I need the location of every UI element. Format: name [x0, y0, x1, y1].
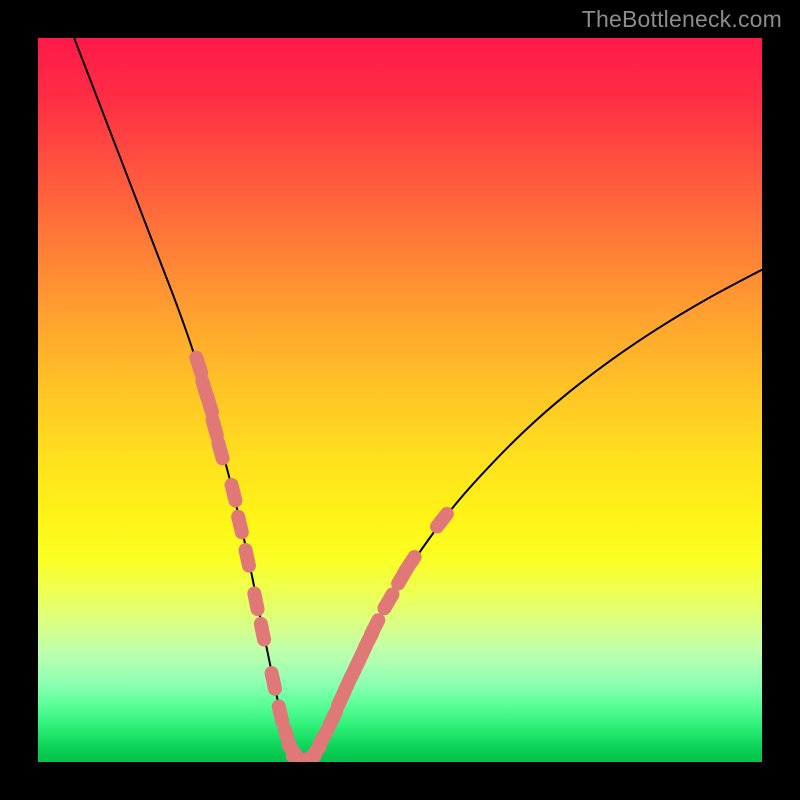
curve-marker — [263, 665, 283, 697]
chart-stage: TheBottleneck.com — [0, 0, 800, 800]
plot-area — [38, 38, 762, 762]
curve-marker — [230, 508, 251, 540]
curve-marker — [223, 476, 244, 509]
watermark-label: TheBottleneck.com — [582, 6, 782, 33]
curve-svg — [38, 38, 762, 762]
marker-group — [187, 349, 456, 762]
curve-marker — [237, 542, 257, 574]
curve-marker — [253, 616, 273, 648]
curve-marker — [246, 585, 266, 617]
bottleneck-curve — [74, 38, 762, 761]
curve-marker — [210, 434, 232, 467]
